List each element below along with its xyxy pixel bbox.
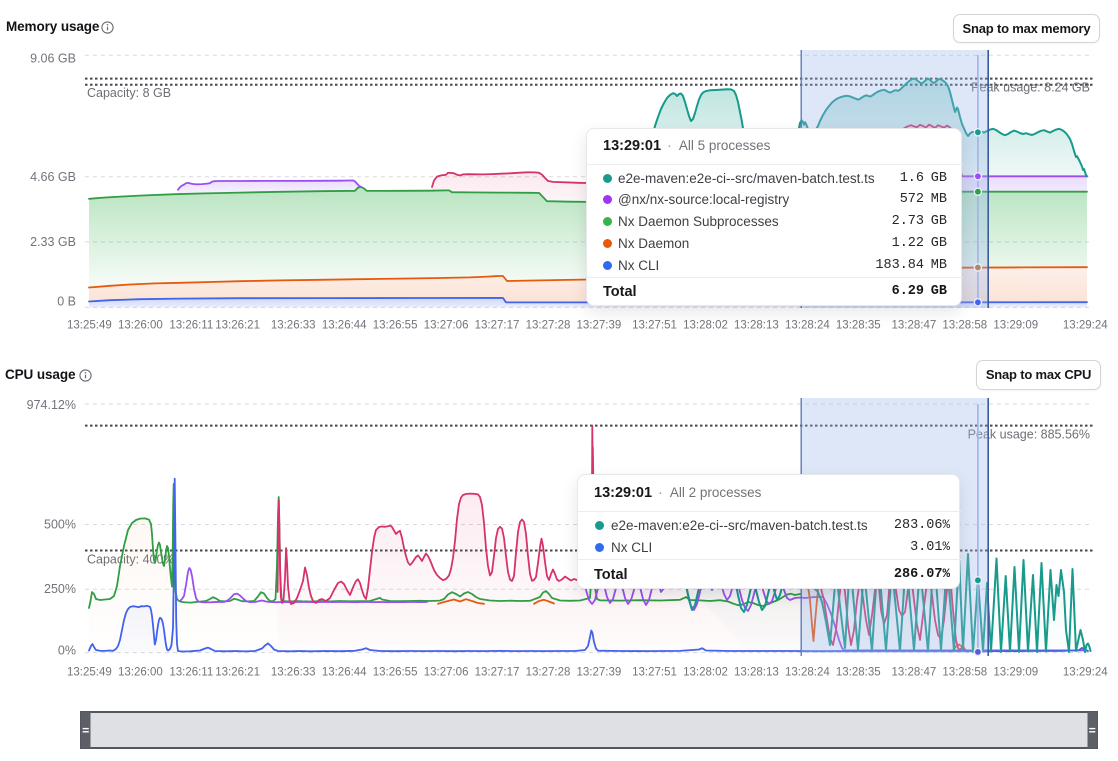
svg-text:13:26:21: 13:26:21	[215, 667, 260, 679]
svg-text:13:28:47: 13:28:47	[892, 320, 937, 332]
svg-text:13:27:51: 13:27:51	[632, 667, 677, 679]
svg-text:13:27:06: 13:27:06	[424, 320, 469, 332]
svg-text:2.33 GB: 2.33 GB	[30, 235, 76, 249]
svg-text:13:27:39: 13:27:39	[577, 667, 622, 679]
svg-text:13:26:55: 13:26:55	[373, 667, 418, 679]
svg-text:13:26:55: 13:26:55	[373, 320, 418, 332]
svg-text:13:26:44: 13:26:44	[322, 320, 367, 332]
svg-text:13:28:13: 13:28:13	[734, 667, 779, 679]
svg-text:13:26:44: 13:26:44	[322, 667, 367, 679]
svg-text:13:27:28: 13:27:28	[526, 320, 571, 332]
svg-text:13:27:28: 13:27:28	[526, 667, 571, 679]
svg-text:13:29:24: 13:29:24	[1063, 667, 1108, 679]
svg-text:250%: 250%	[44, 582, 76, 596]
svg-text:13:28:58: 13:28:58	[942, 667, 987, 679]
svg-text:4.66 GB: 4.66 GB	[30, 170, 76, 184]
svg-text:13:26:33: 13:26:33	[271, 320, 316, 332]
svg-text:13:27:51: 13:27:51	[632, 320, 677, 332]
svg-text:0 B: 0 B	[57, 294, 76, 308]
svg-text:13:26:11: 13:26:11	[169, 320, 213, 332]
svg-text:13:28:13: 13:28:13	[734, 320, 779, 332]
svg-text:0%: 0%	[58, 643, 76, 657]
svg-text:13:27:06: 13:27:06	[424, 667, 469, 679]
svg-text:Capacity: 8 GB: Capacity: 8 GB	[87, 86, 171, 100]
svg-text:13:27:39: 13:27:39	[577, 320, 622, 332]
svg-text:13:28:02: 13:28:02	[683, 320, 728, 332]
svg-text:13:28:02: 13:28:02	[683, 667, 728, 679]
svg-text:13:26:00: 13:26:00	[118, 667, 163, 679]
svg-text:13:25:49: 13:25:49	[67, 320, 112, 332]
svg-text:13:28:58: 13:28:58	[942, 320, 987, 332]
svg-text:13:29:09: 13:29:09	[993, 667, 1038, 679]
svg-text:13:28:35: 13:28:35	[836, 320, 881, 332]
svg-text:13:29:09: 13:29:09	[993, 320, 1038, 332]
svg-text:13:27:17: 13:27:17	[475, 320, 520, 332]
svg-text:13:26:00: 13:26:00	[118, 320, 163, 332]
svg-text:9.06 GB: 9.06 GB	[30, 52, 76, 66]
svg-text:13:28:24: 13:28:24	[785, 667, 830, 679]
svg-text:974.12%: 974.12%	[27, 398, 76, 412]
svg-text:13:26:21: 13:26:21	[215, 320, 260, 332]
svg-text:13:28:24: 13:28:24	[785, 320, 830, 332]
svg-text:13:28:47: 13:28:47	[892, 667, 937, 679]
svg-text:13:26:11: 13:26:11	[169, 667, 213, 679]
svg-text:13:27:17: 13:27:17	[475, 667, 520, 679]
svg-text:13:29:24: 13:29:24	[1063, 320, 1108, 332]
svg-text:500%: 500%	[44, 517, 76, 531]
svg-text:13:28:35: 13:28:35	[836, 667, 881, 679]
svg-text:13:25:49: 13:25:49	[67, 667, 112, 679]
svg-text:13:26:33: 13:26:33	[271, 667, 316, 679]
